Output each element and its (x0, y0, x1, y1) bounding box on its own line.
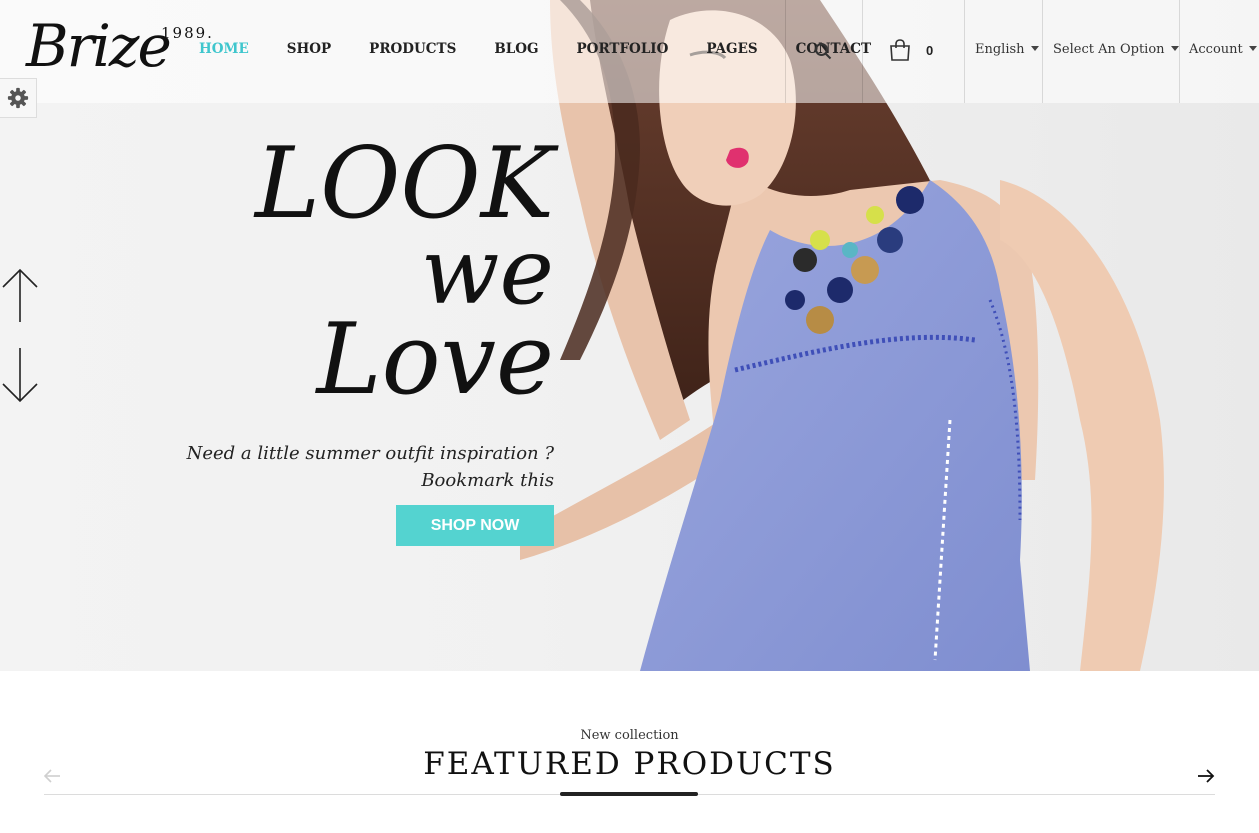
account-dropdown[interactable]: Account (1189, 42, 1257, 57)
hero-subtitle-line1: Need a little summer outfit inspiration … (186, 443, 554, 464)
brand-logo[interactable]: Brize (26, 14, 172, 78)
settings-toggle[interactable] (0, 78, 37, 118)
header-divider (862, 0, 863, 103)
shop-now-button[interactable]: SHOP NOW (396, 505, 554, 546)
nav-item-contact[interactable]: CONTACT (796, 41, 871, 57)
arrow-right-icon[interactable] (1197, 768, 1215, 784)
site-header: Brize 1989. HOME SHOP PRODUCTS BLOG PORT… (0, 0, 1259, 103)
hero-headline-line3: Love (316, 303, 554, 417)
nav-item-portfolio[interactable]: PORTFOLIO (577, 41, 669, 57)
account-label: Account (1189, 42, 1243, 57)
section-kicker: New collection (580, 728, 679, 743)
cart-icon[interactable] (888, 38, 912, 62)
chevron-down-icon (1030, 46, 1039, 51)
section-title-underline (560, 792, 698, 796)
option-label: Select An Option (1053, 42, 1165, 57)
nav-item-products[interactable]: PRODUCTS (369, 41, 456, 57)
arrow-up-icon[interactable] (0, 268, 40, 324)
nav-item-pages[interactable]: PAGES (706, 41, 757, 57)
hero-headline-line1: LOOK (255, 127, 554, 241)
language-label: English (975, 42, 1025, 57)
header-divider (785, 0, 786, 103)
search-icon[interactable] (814, 42, 832, 60)
nav-item-shop[interactable]: SHOP (287, 41, 331, 57)
header-divider (1179, 0, 1180, 103)
header-divider (1042, 0, 1043, 103)
hero-subtitle: Need a little summer outfit inspiration … (100, 440, 554, 494)
header-divider (964, 0, 965, 103)
brand-year: 1989. (161, 24, 214, 42)
gear-icon (7, 87, 29, 109)
nav-item-home[interactable]: HOME (199, 41, 249, 57)
hero-headline: LOOK we Love (150, 127, 554, 417)
cart-count: 0 (926, 43, 934, 58)
section-title: FEATURED PRODUCTS (423, 746, 836, 782)
hero-subtitle-line2: Bookmark this (421, 470, 554, 491)
chevron-down-icon (1248, 46, 1257, 51)
arrow-left-icon[interactable] (43, 768, 61, 784)
chevron-down-icon (1170, 46, 1179, 51)
nav-item-blog[interactable]: BLOG (494, 41, 538, 57)
main-nav: HOME SHOP PRODUCTS BLOG PORTFOLIO PAGES … (199, 41, 909, 57)
arrow-down-icon[interactable] (0, 346, 40, 404)
language-dropdown[interactable]: English (975, 42, 1039, 57)
option-dropdown[interactable]: Select An Option (1053, 42, 1179, 57)
